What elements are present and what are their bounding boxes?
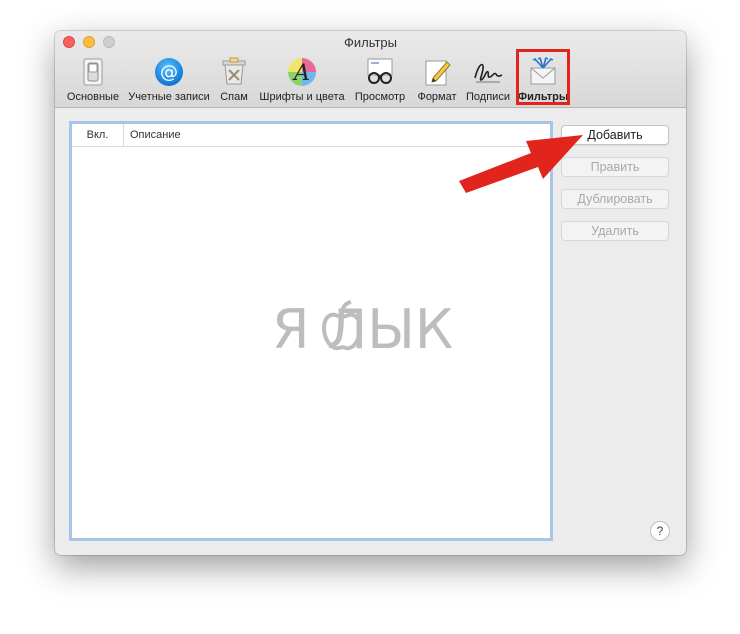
- toolbar-item-junk[interactable]: Спам: [215, 53, 253, 105]
- watermark-logo: Я ЛЫК: [272, 298, 453, 361]
- toolbar-item-label: Учетные записи: [128, 91, 210, 103]
- toolbar-item-label: Основные: [66, 91, 120, 103]
- delete-rule-button[interactable]: Удалить: [561, 221, 669, 241]
- toolbar-item-composing[interactable]: Формат: [413, 53, 461, 105]
- toolbar-item-accounts[interactable]: @ Учетные записи: [125, 53, 213, 105]
- toolbar-item-general[interactable]: Основные: [61, 53, 125, 105]
- svg-text:@: @: [160, 62, 178, 83]
- watermark-text: Я ЛЫК: [272, 298, 453, 361]
- toolbar-item-label: Шрифты и цвета: [259, 91, 345, 103]
- switch-icon: [83, 58, 103, 86]
- toolbar-item-label: Подписи: [466, 91, 510, 103]
- highlight-frame: [516, 49, 570, 105]
- glasses-icon: [367, 58, 393, 84]
- column-header-description[interactable]: Описание: [130, 124, 181, 146]
- titlebar: Фильтры Основные @ Учетные записи Спам A…: [55, 31, 686, 108]
- preferences-window: Фильтры Основные @ Учетные записи Спам A…: [55, 31, 686, 555]
- at-icon: @: [155, 58, 183, 86]
- font-colors-icon: A: [288, 58, 316, 86]
- help-button[interactable]: ?: [650, 521, 670, 541]
- toolbar-item-viewing[interactable]: Просмотр: [349, 53, 411, 105]
- toolbar-item-label: Спам: [220, 91, 248, 103]
- column-header-enabled[interactable]: Вкл.: [72, 124, 124, 146]
- annotation-arrow: [459, 135, 583, 193]
- signature-icon: [474, 63, 503, 83]
- toolbar-item-signatures[interactable]: Подписи: [461, 53, 515, 105]
- toolbar-item-label: Формат: [417, 91, 457, 103]
- toolbar-item-fonts-colors[interactable]: A Шрифты и цвета: [255, 53, 349, 105]
- window-title: Фильтры: [343, 35, 397, 50]
- compose-icon: [425, 60, 451, 86]
- junk-bin-icon: [222, 57, 246, 85]
- svg-text:A: A: [292, 61, 310, 86]
- toolbar-item-label: Просмотр: [354, 91, 406, 103]
